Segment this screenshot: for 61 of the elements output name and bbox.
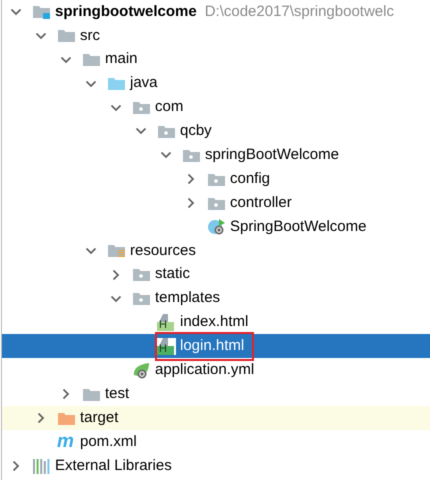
tree-row[interactable]: com bbox=[2, 96, 430, 120]
collapsed-chevron-icon[interactable] bbox=[185, 197, 197, 210]
folder-icon bbox=[57, 27, 76, 44]
tree-row[interactable]: springBootWelcome bbox=[2, 143, 430, 168]
tree-row[interactable]: main bbox=[2, 48, 430, 72]
tree-item-label: test bbox=[105, 384, 130, 404]
tree-item-label: controller bbox=[230, 192, 292, 213]
collapsed-chevron-icon[interactable] bbox=[185, 173, 197, 186]
collapsed-chevron-icon[interactable] bbox=[110, 268, 122, 281]
package-icon bbox=[132, 99, 151, 116]
tree-item-label: config bbox=[230, 168, 270, 189]
tree-item-label: login.html bbox=[180, 336, 244, 356]
tree-row[interactable]: resources bbox=[2, 238, 430, 263]
tree-row[interactable]: static bbox=[2, 262, 430, 287]
module-path: D:\code2017\springbootwelc bbox=[204, 2, 394, 22]
tree-row[interactable]: target bbox=[2, 406, 430, 430]
tree-row[interactable]: controller bbox=[2, 191, 430, 216]
tree-item-label: springbootwelcome bbox=[55, 2, 197, 22]
html-file-icon: H bbox=[157, 314, 176, 332]
tree-row[interactable]: m pom.xml bbox=[2, 430, 430, 454]
tree-row[interactable]: application.yml bbox=[2, 358, 430, 382]
tree-row[interactable]: springbootwelcome D:\code2017\springbootwelc bbox=[2, 0, 430, 24]
collapsed-chevron-icon[interactable] bbox=[60, 388, 72, 400]
tree-item-label: resources bbox=[130, 240, 196, 261]
tree-item-label: SpringBootWelcome bbox=[230, 216, 366, 237]
tree-row[interactable]: H login.html bbox=[2, 334, 430, 358]
tree-item-label: pom.xml bbox=[80, 432, 137, 452]
module-folder-icon bbox=[32, 3, 51, 20]
tree-item-label: main bbox=[105, 49, 138, 70]
tree-item-label: index.html bbox=[180, 312, 248, 332]
tree-item-label: target bbox=[80, 408, 118, 428]
tree-item-label: java bbox=[130, 73, 158, 94]
tree-row[interactable]: SpringBootWelcome bbox=[2, 215, 430, 239]
tree-item-label: templates bbox=[155, 288, 220, 308]
collapsed-chevron-icon[interactable] bbox=[10, 460, 22, 472]
tree-row[interactable]: java bbox=[2, 72, 430, 96]
package-icon bbox=[132, 290, 151, 308]
tree-item-label: com bbox=[155, 97, 184, 118]
tree-item-label: External Libraries bbox=[55, 456, 172, 476]
resources-folder-icon bbox=[107, 242, 126, 260]
spring-config-icon bbox=[132, 362, 151, 379]
spring-class-icon bbox=[207, 218, 226, 236]
tree-item-label: application.yml bbox=[155, 360, 254, 380]
tree-row[interactable]: qcby bbox=[2, 119, 430, 144]
tree-row[interactable]: config bbox=[2, 167, 430, 192]
tree-row[interactable]: test bbox=[2, 382, 430, 406]
maven-icon: m bbox=[57, 433, 76, 450]
tree-row[interactable]: templates bbox=[2, 286, 430, 311]
tree-item-label: springBootWelcome bbox=[205, 145, 339, 166]
html-file-icon: H bbox=[157, 338, 176, 355]
folder-icon bbox=[107, 75, 126, 92]
tree-item-label: src bbox=[80, 26, 100, 46]
package-icon bbox=[132, 266, 151, 284]
collapsed-chevron-icon[interactable] bbox=[35, 412, 47, 424]
tree-item-label: qcby bbox=[180, 121, 212, 142]
tree-row[interactable]: src bbox=[2, 24, 430, 48]
tree-row[interactable]: External Libraries bbox=[2, 454, 430, 478]
tree-item-label: static bbox=[155, 264, 190, 284]
tree-row[interactable]: H index.html bbox=[2, 310, 430, 334]
folder-icon bbox=[82, 51, 101, 68]
libraries-icon bbox=[32, 457, 51, 474]
